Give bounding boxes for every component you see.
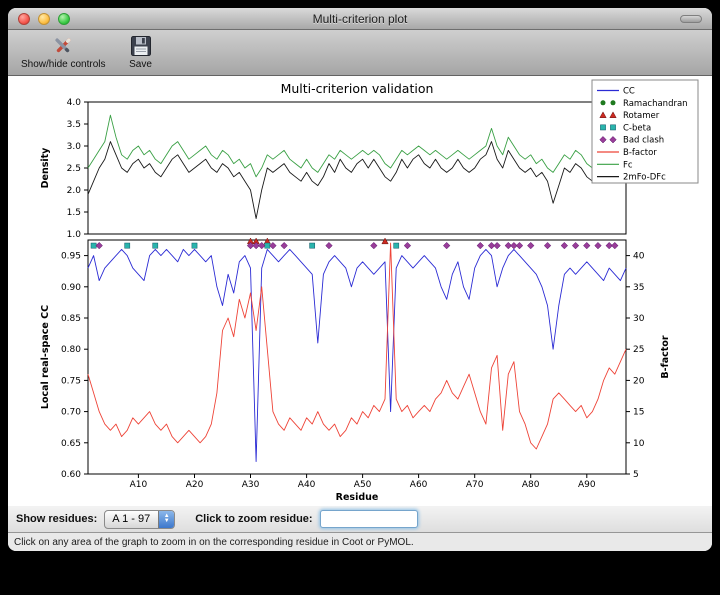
svg-text:0.60: 0.60	[61, 470, 81, 480]
svg-text:A40: A40	[298, 480, 316, 490]
svg-text:0.70: 0.70	[61, 408, 81, 418]
svg-text:35: 35	[633, 283, 644, 293]
toolbar-toggle-button[interactable]	[680, 15, 702, 23]
svg-text:Rotamer: Rotamer	[623, 111, 660, 121]
traffic-lights	[18, 13, 70, 25]
svg-text:30: 30	[633, 314, 645, 324]
svg-text:Bad clash: Bad clash	[623, 136, 664, 146]
svg-text:2.0: 2.0	[67, 186, 82, 196]
svg-text:Residue: Residue	[336, 492, 379, 503]
svg-text:20: 20	[633, 376, 645, 386]
svg-text:Fc: Fc	[623, 160, 633, 170]
svg-text:Local real-space CC: Local real-space CC	[40, 305, 51, 409]
crossed-tools-icon	[50, 33, 76, 59]
status-bar: Click on any area of the graph to zoom i…	[8, 533, 712, 551]
toolbar: Show/hide controls Save	[8, 30, 712, 76]
popup-stepper-icon: ▲▼	[158, 511, 174, 528]
window-title: Multi-criterion plot	[8, 12, 712, 26]
svg-text:0.75: 0.75	[61, 376, 81, 386]
svg-text:A20: A20	[186, 480, 204, 490]
svg-text:2mFo-DFc: 2mFo-DFc	[623, 173, 666, 183]
show-residues-select[interactable]: A 1 - 97 ▲▼	[104, 510, 175, 529]
svg-text:Ramachandran: Ramachandran	[623, 99, 688, 109]
svg-text:15: 15	[633, 408, 644, 418]
svg-text:0.95: 0.95	[61, 252, 81, 262]
zoom-window-button[interactable]	[58, 13, 70, 25]
svg-text:3.0: 3.0	[67, 142, 82, 152]
svg-text:A50: A50	[354, 480, 372, 490]
svg-text:0.85: 0.85	[61, 314, 81, 324]
save-label: Save	[129, 59, 152, 70]
app-window: Multi-criterion plot Show/hide controls	[8, 8, 712, 551]
svg-text:4.0: 4.0	[67, 98, 82, 108]
show-residues-selected-value: A 1 - 97	[105, 511, 158, 528]
svg-text:A70: A70	[466, 480, 484, 490]
svg-text:25: 25	[633, 345, 644, 355]
svg-text:Density: Density	[40, 147, 51, 189]
svg-text:10: 10	[633, 439, 645, 449]
save-button[interactable]: Save	[125, 32, 157, 71]
svg-text:40: 40	[633, 252, 645, 262]
zoom-residue-label: Click to zoom residue:	[195, 513, 312, 525]
save-floppy-icon	[128, 33, 154, 59]
svg-text:0.80: 0.80	[61, 345, 81, 355]
svg-text:5: 5	[633, 470, 639, 480]
titlebar[interactable]: Multi-criterion plot	[8, 8, 712, 30]
minimize-button[interactable]	[38, 13, 50, 25]
svg-text:Multi-criterion validation: Multi-criterion validation	[281, 81, 434, 96]
plot-canvas[interactable]: Multi-criterion validation 1.0 1.5 2.0 2.5 3.…	[8, 76, 712, 506]
status-message: Click on any area of the graph to zoom i…	[14, 537, 414, 548]
svg-text:3.5: 3.5	[67, 120, 81, 130]
svg-text:CC: CC	[623, 87, 635, 97]
multi-criterion-chart[interactable]: Multi-criterion validation 1.0 1.5 2.0 2.5 3.…	[8, 76, 712, 506]
show-residues-label: Show residues:	[16, 513, 97, 525]
show-hide-controls-label: Show/hide controls	[21, 59, 106, 70]
svg-text:B-factor: B-factor	[660, 335, 671, 378]
svg-text:A90: A90	[578, 480, 596, 490]
svg-text:2.5: 2.5	[67, 164, 81, 174]
svg-text:A30: A30	[242, 480, 260, 490]
svg-text:1.5: 1.5	[67, 208, 81, 218]
show-hide-controls-button[interactable]: Show/hide controls	[18, 32, 109, 71]
svg-text:0.90: 0.90	[61, 283, 81, 293]
svg-text:A60: A60	[410, 480, 428, 490]
svg-text:A10: A10	[130, 480, 148, 490]
close-button[interactable]	[18, 13, 30, 25]
svg-text:1.0: 1.0	[67, 230, 82, 240]
controls-bar: Show residues: A 1 - 97 ▲▼ Click to zoom…	[8, 506, 712, 533]
zoom-residue-input[interactable]	[320, 510, 418, 528]
svg-text:C-beta: C-beta	[623, 123, 651, 133]
svg-text:0.65: 0.65	[61, 439, 81, 449]
svg-text:A80: A80	[522, 480, 540, 490]
svg-text:B-factor: B-factor	[623, 148, 657, 158]
